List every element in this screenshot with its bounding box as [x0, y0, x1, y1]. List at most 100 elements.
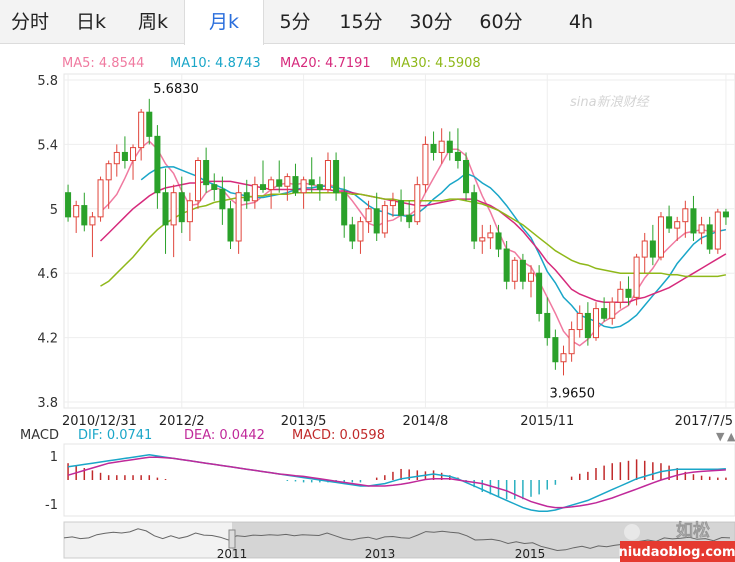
wechat-label: 如松: [676, 520, 710, 541]
candle-body: [527, 272, 535, 282]
tab-3[interactable]: 月k: [184, 0, 264, 45]
candle-body: [609, 301, 616, 319]
candle-body: [714, 211, 721, 250]
candle-body: [292, 176, 299, 194]
x-tick-label: 2015/11: [520, 414, 574, 429]
candle-body: [65, 192, 72, 218]
candle-body: [422, 143, 429, 186]
tab-4[interactable]: 5分: [264, 0, 326, 44]
ma-line-MA30: [100, 191, 727, 287]
site-watermark: niudaoblog.com: [618, 545, 735, 560]
tab-0[interactable]: 分时: [0, 0, 60, 44]
candle-body: [625, 288, 632, 298]
ma-lines: [99, 140, 727, 347]
ma-legend-item: MA30: 4.5908: [390, 56, 481, 71]
candle-body: [511, 259, 518, 282]
tab-6[interactable]: 30分: [396, 0, 466, 44]
candle-body: [365, 208, 372, 223]
y-tick-label: 5: [50, 203, 58, 218]
candle-body: [698, 224, 705, 234]
candle-body: [138, 111, 145, 149]
candle-body: [316, 184, 323, 190]
macd-y-tick: 1: [50, 450, 58, 465]
candle-body: [666, 216, 673, 229]
candle-body: [227, 208, 234, 242]
nav-arrows[interactable]: ▼ ▲: [716, 430, 735, 443]
candle-body: [121, 151, 128, 161]
wechat-icon: [624, 524, 640, 540]
candle-body: [276, 179, 283, 187]
candle-body: [446, 140, 453, 153]
x-tick-label: 2010/12/31: [62, 414, 137, 429]
candle-body: [536, 272, 543, 314]
candle-body: [657, 216, 664, 258]
candle-body: [97, 179, 104, 218]
candle-body: [495, 232, 502, 250]
candle-body: [162, 192, 169, 226]
y-tick-label: 4.6: [37, 267, 58, 282]
y-tick-label: 4.2: [37, 332, 58, 347]
candle-body: [584, 312, 591, 339]
candle-body: [690, 208, 697, 234]
candle-body: [406, 214, 413, 223]
dif-label: DIF: 0.0741: [78, 428, 152, 443]
candle-body: [617, 288, 624, 303]
candle-body: [601, 308, 608, 319]
y-tick-label: 5.8: [37, 74, 58, 89]
price-frame: [63, 73, 735, 409]
tab-2[interactable]: 周k: [122, 0, 184, 44]
ma-line-MA5: [99, 140, 727, 347]
candle-body: [438, 140, 445, 153]
candle-body: [552, 337, 559, 363]
tab-1[interactable]: 日k: [60, 0, 122, 44]
candle-body: [373, 208, 380, 234]
nav-right-icon[interactable]: ▲: [727, 430, 735, 443]
candle-body: [471, 192, 478, 242]
candle-body: [682, 208, 689, 223]
macd-title: MACD: [20, 428, 59, 443]
candle-body: [219, 188, 226, 210]
candle-body: [576, 312, 583, 331]
candle-body: [146, 111, 153, 137]
candle-body: [503, 248, 510, 282]
sina-watermark: sina新浪财经: [570, 94, 651, 110]
candle-body: [463, 160, 470, 194]
tab-5[interactable]: 15分: [326, 0, 396, 44]
min-price-label: 3.9650: [550, 386, 596, 401]
candle-body: [113, 151, 120, 165]
ma-legend-item: MA5: 4.8544: [62, 56, 144, 71]
candle-body: [641, 240, 648, 258]
stock-chart: MA5: 4.8544 MA10: 4.8743 MA20: 4.7191 MA30:…: [20, 56, 735, 562]
candle-body: [259, 184, 267, 190]
macd-label: MACD: 0.0598: [292, 428, 385, 443]
candle-body: [398, 200, 405, 216]
candle-body: [154, 135, 161, 194]
candle-body: [649, 240, 656, 258]
max-price-label: 5.6830: [153, 82, 199, 97]
macd-legend: MACD DIF: 0.0741 DEA: 0.0442 MACD: 0.0598: [20, 428, 385, 443]
tab-8[interactable]: 4h: [536, 0, 626, 44]
candle-body: [560, 353, 567, 363]
candle-body: [243, 192, 250, 202]
candle-body: [268, 179, 275, 190]
x-tick-label: 2013/5: [281, 414, 327, 429]
price-grid: [63, 73, 735, 409]
candle-body: [357, 221, 364, 242]
candle-body: [284, 176, 291, 187]
nav-left-icon[interactable]: ▼: [716, 430, 725, 443]
price-annotations: 5.6830 3.9650: [153, 82, 595, 402]
candle-body: [381, 205, 388, 234]
tab-7[interactable]: 60分: [466, 0, 536, 44]
ma-legend: MA5: 4.8544 MA10: 4.8743 MA20: 4.7191 MA30:…: [62, 56, 481, 71]
candle-body: [519, 259, 526, 282]
candle-body: [203, 160, 210, 186]
candle-body: [674, 221, 681, 229]
candle-body: [349, 224, 356, 242]
candle-body: [170, 192, 177, 226]
candles: [65, 98, 729, 376]
candle-body: [479, 237, 486, 242]
dif-line: [67, 454, 726, 512]
ma-line-MA10: [140, 166, 727, 329]
candle-body: [81, 205, 88, 226]
candle-body: [105, 163, 112, 181]
